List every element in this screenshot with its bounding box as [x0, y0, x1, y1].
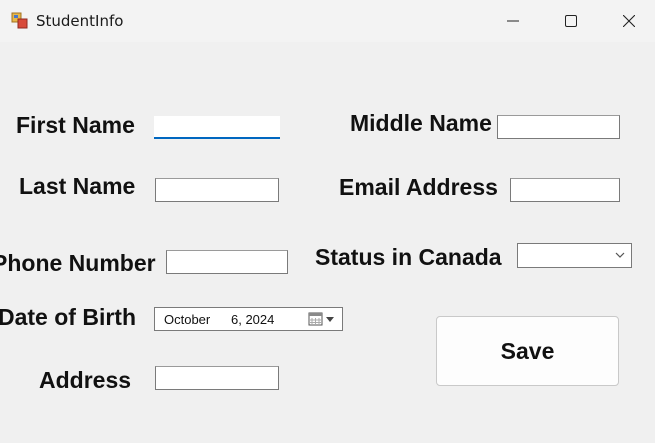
last-name-input[interactable]: [155, 178, 279, 202]
email-address-input[interactable]: [510, 178, 620, 202]
minimize-icon: [507, 20, 519, 22]
calendar-dropdown-button[interactable]: [306, 311, 339, 328]
address-label: Address: [39, 367, 132, 393]
phone-number-input[interactable]: [166, 250, 288, 274]
maximize-icon: [565, 15, 577, 27]
status-in-canada-label: Status in Canada: [315, 244, 502, 270]
phone-number-label: Phone Number: [0, 250, 156, 276]
studentinfo-window: StudentInfo First Name Middle Name Last …: [0, 0, 655, 443]
date-of-birth-label: Date of Birth: [0, 304, 136, 330]
calendar-dropdown-icon: [308, 312, 334, 326]
close-button[interactable]: [600, 0, 655, 42]
save-button[interactable]: Save: [436, 316, 619, 386]
middle-name-input[interactable]: [497, 115, 620, 139]
title-bar[interactable]: StudentInfo: [0, 0, 655, 42]
address-input[interactable]: [155, 366, 279, 390]
dob-month[interactable]: October: [164, 312, 210, 327]
minimize-button[interactable]: [484, 0, 542, 42]
first-name-input[interactable]: [154, 116, 280, 139]
email-address-label: Email Address: [339, 174, 498, 200]
date-of-birth-picker[interactable]: October 6, 2024: [154, 307, 343, 331]
middle-name-label: Middle Name: [350, 110, 492, 136]
status-in-canada-select[interactable]: [517, 243, 632, 268]
app-icon: [11, 12, 29, 30]
last-name-label: Last Name: [19, 173, 136, 199]
close-icon: [623, 15, 635, 27]
first-name-label: First Name: [16, 112, 135, 138]
window-title: StudentInfo: [36, 12, 124, 30]
dob-day-year[interactable]: 6, 2024: [231, 312, 274, 327]
chevron-down-icon[interactable]: [615, 252, 625, 259]
maximize-button[interactable]: [542, 0, 600, 42]
